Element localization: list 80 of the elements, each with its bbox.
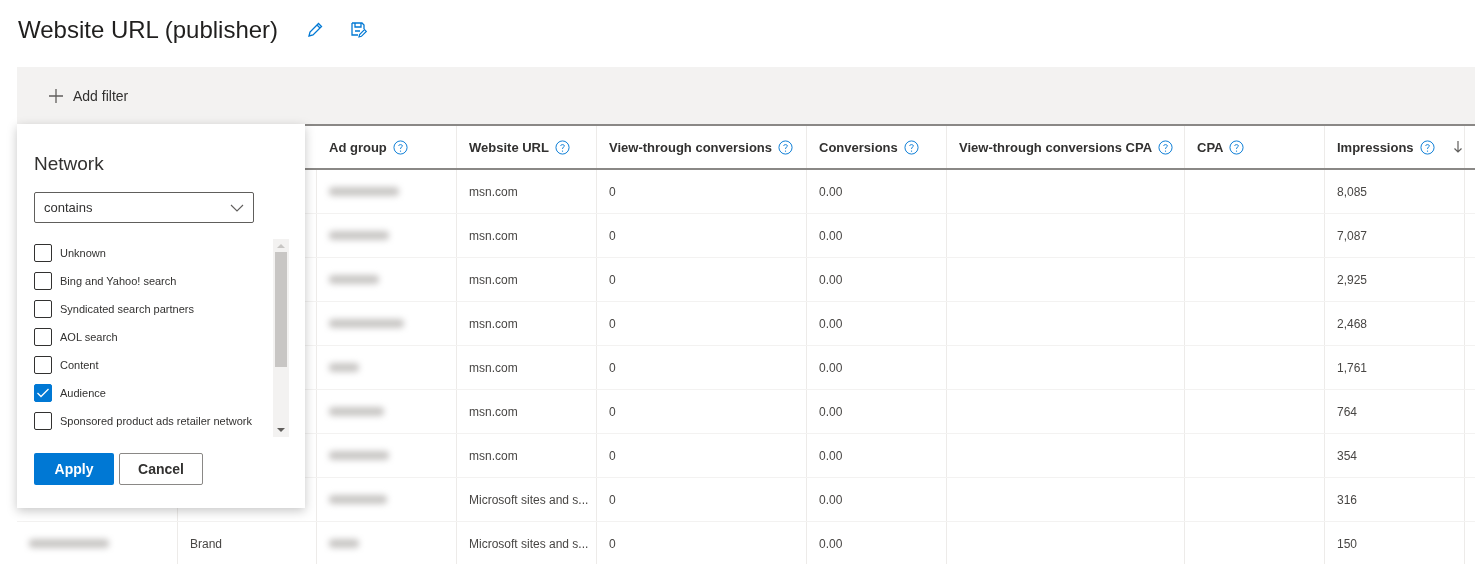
scroll-down-arrow-icon[interactable] <box>277 427 285 433</box>
column-header[interactable]: Impressions <box>1337 139 1414 155</box>
table-cell: msn.com <box>469 184 518 199</box>
option-checkbox[interactable]: Unknown <box>34 239 273 267</box>
apply-button[interactable]: Apply <box>34 453 114 485</box>
plus-icon <box>48 87 64 104</box>
table-cell: 0.00 <box>819 360 843 375</box>
table-cell: msn.com <box>469 228 518 243</box>
table-cell: Brand <box>190 536 223 551</box>
checkmark-icon <box>36 387 50 399</box>
table-cell: msn.com <box>469 272 518 287</box>
help-icon[interactable] <box>1229 139 1245 155</box>
scrollbar[interactable] <box>273 239 289 437</box>
table-cell: msn.com <box>469 404 518 419</box>
blurred-text <box>329 363 359 372</box>
pencil-icon[interactable] <box>306 20 325 39</box>
table-cell: 0.00 <box>819 184 843 199</box>
table-cell: 2,468 <box>1337 316 1368 331</box>
table-cell: 150 <box>1337 536 1358 551</box>
help-icon[interactable] <box>1419 139 1435 155</box>
option-checkbox[interactable]: Sponsored product ads retailer network <box>34 407 273 435</box>
table-cell: 764 <box>1337 404 1358 419</box>
table-cell: 7,087 <box>1337 228 1368 243</box>
table-cell: 316 <box>1337 492 1358 507</box>
table-cell: 0.00 <box>819 536 843 551</box>
table-cell: 0.00 <box>819 448 843 463</box>
table-cell: 0 <box>609 536 616 551</box>
table-cell: msn.com <box>469 448 518 463</box>
option-checkbox[interactable]: Audience <box>34 379 273 407</box>
column-header[interactable]: Conversions <box>819 139 898 155</box>
column-header[interactable]: Ad group <box>329 139 387 155</box>
table-cell: msn.com <box>469 360 518 375</box>
sort-down-arrow-icon[interactable] <box>1452 140 1463 154</box>
blurred-text <box>329 407 384 416</box>
blurred-text <box>329 451 389 460</box>
column-header[interactable]: View-through conversions CPA <box>959 139 1153 155</box>
table-cell: 0 <box>609 492 616 507</box>
filter-title: Network <box>34 153 105 175</box>
page-title: Website URL (publisher) <box>18 15 279 45</box>
cancel-button[interactable]: Cancel <box>119 453 203 485</box>
option-checkbox[interactable]: Content <box>34 351 273 379</box>
table-cell: 0 <box>609 272 616 287</box>
option-checkbox[interactable]: Bing and Yahoo! search <box>34 267 273 295</box>
table-cell: 2,925 <box>1337 272 1368 287</box>
table-cell: 0.00 <box>819 404 843 419</box>
help-icon[interactable] <box>778 139 793 155</box>
chevron-down-icon <box>230 203 244 212</box>
table-cell: 0 <box>609 228 616 243</box>
table-cell: 0.00 <box>819 272 843 287</box>
operator-dropdown[interactable]: contains <box>34 192 254 223</box>
add-filter-button[interactable]: Add filter <box>48 87 129 104</box>
blurred-text <box>329 187 399 196</box>
table-cell: msn.com <box>469 316 518 331</box>
table-cell: 0.00 <box>819 316 843 331</box>
table-cell: 0 <box>609 404 616 419</box>
table-cell: 0 <box>609 360 616 375</box>
blurred-text <box>329 275 379 284</box>
table-cell: 8,085 <box>1337 184 1368 199</box>
table-cell: 0.00 <box>819 492 843 507</box>
help-icon[interactable] <box>392 139 408 155</box>
column-header[interactable]: Website URL <box>469 139 549 155</box>
help-icon[interactable] <box>554 139 570 155</box>
table-cell: 0 <box>609 316 616 331</box>
column-header[interactable]: View-through conversions <box>609 139 772 155</box>
help-icon[interactable] <box>1158 139 1174 155</box>
option-checkbox[interactable]: Syndicated search partners <box>34 295 273 323</box>
table-cell: 0.00 <box>819 228 843 243</box>
table-cell: 0 <box>609 184 616 199</box>
help-icon[interactable] <box>903 139 919 155</box>
table-cell: Microsoft sites and s... <box>469 536 589 551</box>
column-header[interactable]: CPA <box>1197 139 1224 155</box>
blurred-text <box>329 539 359 548</box>
table-cell: Microsoft sites and s... <box>469 492 589 507</box>
blurred-text <box>329 495 387 504</box>
save-edit-icon[interactable] <box>350 20 369 39</box>
table-cell: 354 <box>1337 448 1358 463</box>
blurred-text <box>329 231 389 240</box>
table-cell: 1,761 <box>1337 360 1368 375</box>
option-checkbox[interactable]: AOL search <box>34 323 273 351</box>
table-cell: 0 <box>609 448 616 463</box>
